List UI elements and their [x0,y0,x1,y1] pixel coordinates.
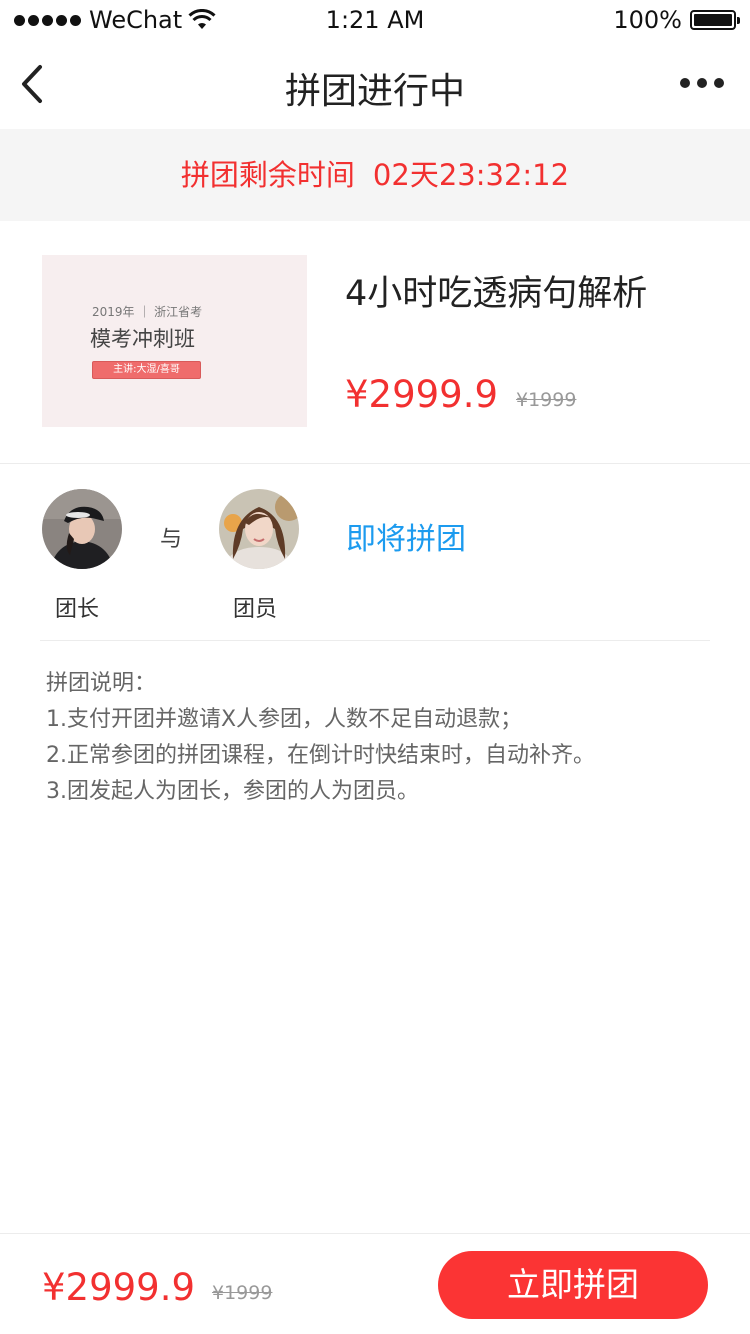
more-dots-icon[interactable] [680,78,724,88]
footer-price: ¥2999.9 [42,1266,196,1309]
battery-percent: 100% [613,6,682,34]
countdown-time: 02天23:32:12 [372,158,570,192]
rule-item: 3.团发起人为团长，参团的人为团员。 [46,779,419,804]
rules-heading: 拼团说明： [46,671,157,696]
leader-avatar-image [42,489,122,569]
thumbnail-title: 模考冲刺班 [90,327,195,351]
rule-item: 1.支付开团并邀请X人参团，人数不足自动退款； [46,707,523,732]
group-members: 与 即将拼团 团长 团员 [40,464,710,641]
member-avatar-image [219,489,299,569]
member-label: 团员 [233,597,278,622]
with-text: 与 [160,527,183,552]
join-group-button[interactable]: 立即拼团 [438,1251,708,1319]
rule-item: 2.正常参团的拼团课程，在倒计时快结束时，自动补齐。 [46,743,595,768]
course-thumbnail: 2019年 ｜ 浙江省考 模考冲刺班 主讲:大湿/喜哥 [42,255,307,427]
product-title: 4小时吃透病句解析 [345,274,648,314]
group-buy-page: WeChat 1:21 AM 100% 拼团进行中 拼团剩余时间 02天23:32… [0,0,750,1334]
group-rules: 拼团说明： 1.支付开团并邀请X人参团，人数不足自动退款； 2.正常参团的拼团课… [46,666,595,810]
countdown-banner: 拼团剩余时间 02天23:32:12 [0,129,750,221]
member-avatar[interactable] [219,489,299,569]
nav-bar: 拼团进行中 [0,40,750,128]
thumbnail-year: 2019年 ｜ 浙江省考 [92,305,203,319]
countdown-label: 拼团剩余时间 [180,158,355,192]
battery-icon [690,10,740,30]
page-title: 拼团进行中 [284,71,465,112]
thumbnail-teacher-badge: 主讲:大湿/喜哥 [92,361,201,379]
status-bar: WeChat 1:21 AM 100% [0,0,750,40]
leader-label: 团长 [55,597,100,622]
leader-avatar[interactable] [42,489,122,569]
status-right: 100% [613,6,740,34]
group-status: 即将拼团 [346,522,466,557]
product-original-price: ¥1999 [516,389,577,411]
bottom-bar: ¥2999.9 ¥1999 立即拼团 [0,1233,750,1334]
product-price: ¥2999.9 [345,373,499,416]
footer-original-price: ¥1999 [212,1282,273,1304]
product-card[interactable]: 2019年 ｜ 浙江省考 模考冲刺班 主讲:大湿/喜哥 4小时吃透病句解析 ¥2… [0,221,750,464]
